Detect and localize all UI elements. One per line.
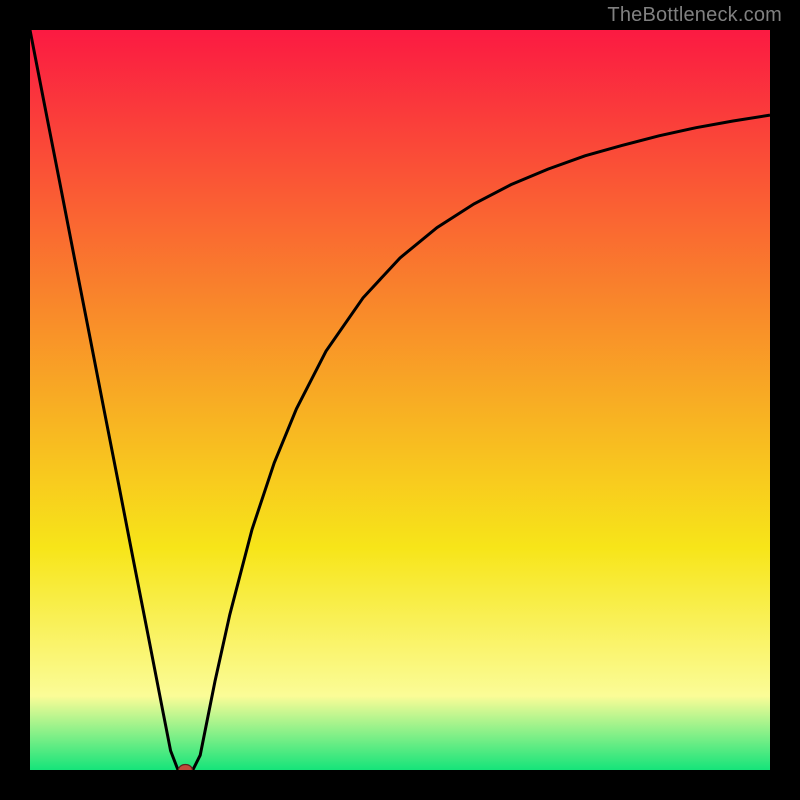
marker-dot	[178, 765, 192, 771]
curve-layer	[30, 30, 770, 770]
chart-stage: TheBottleneck.com	[0, 0, 800, 800]
bottleneck-curve	[30, 30, 770, 770]
watermark-label: TheBottleneck.com	[607, 4, 782, 27]
plot-area	[30, 30, 770, 770]
